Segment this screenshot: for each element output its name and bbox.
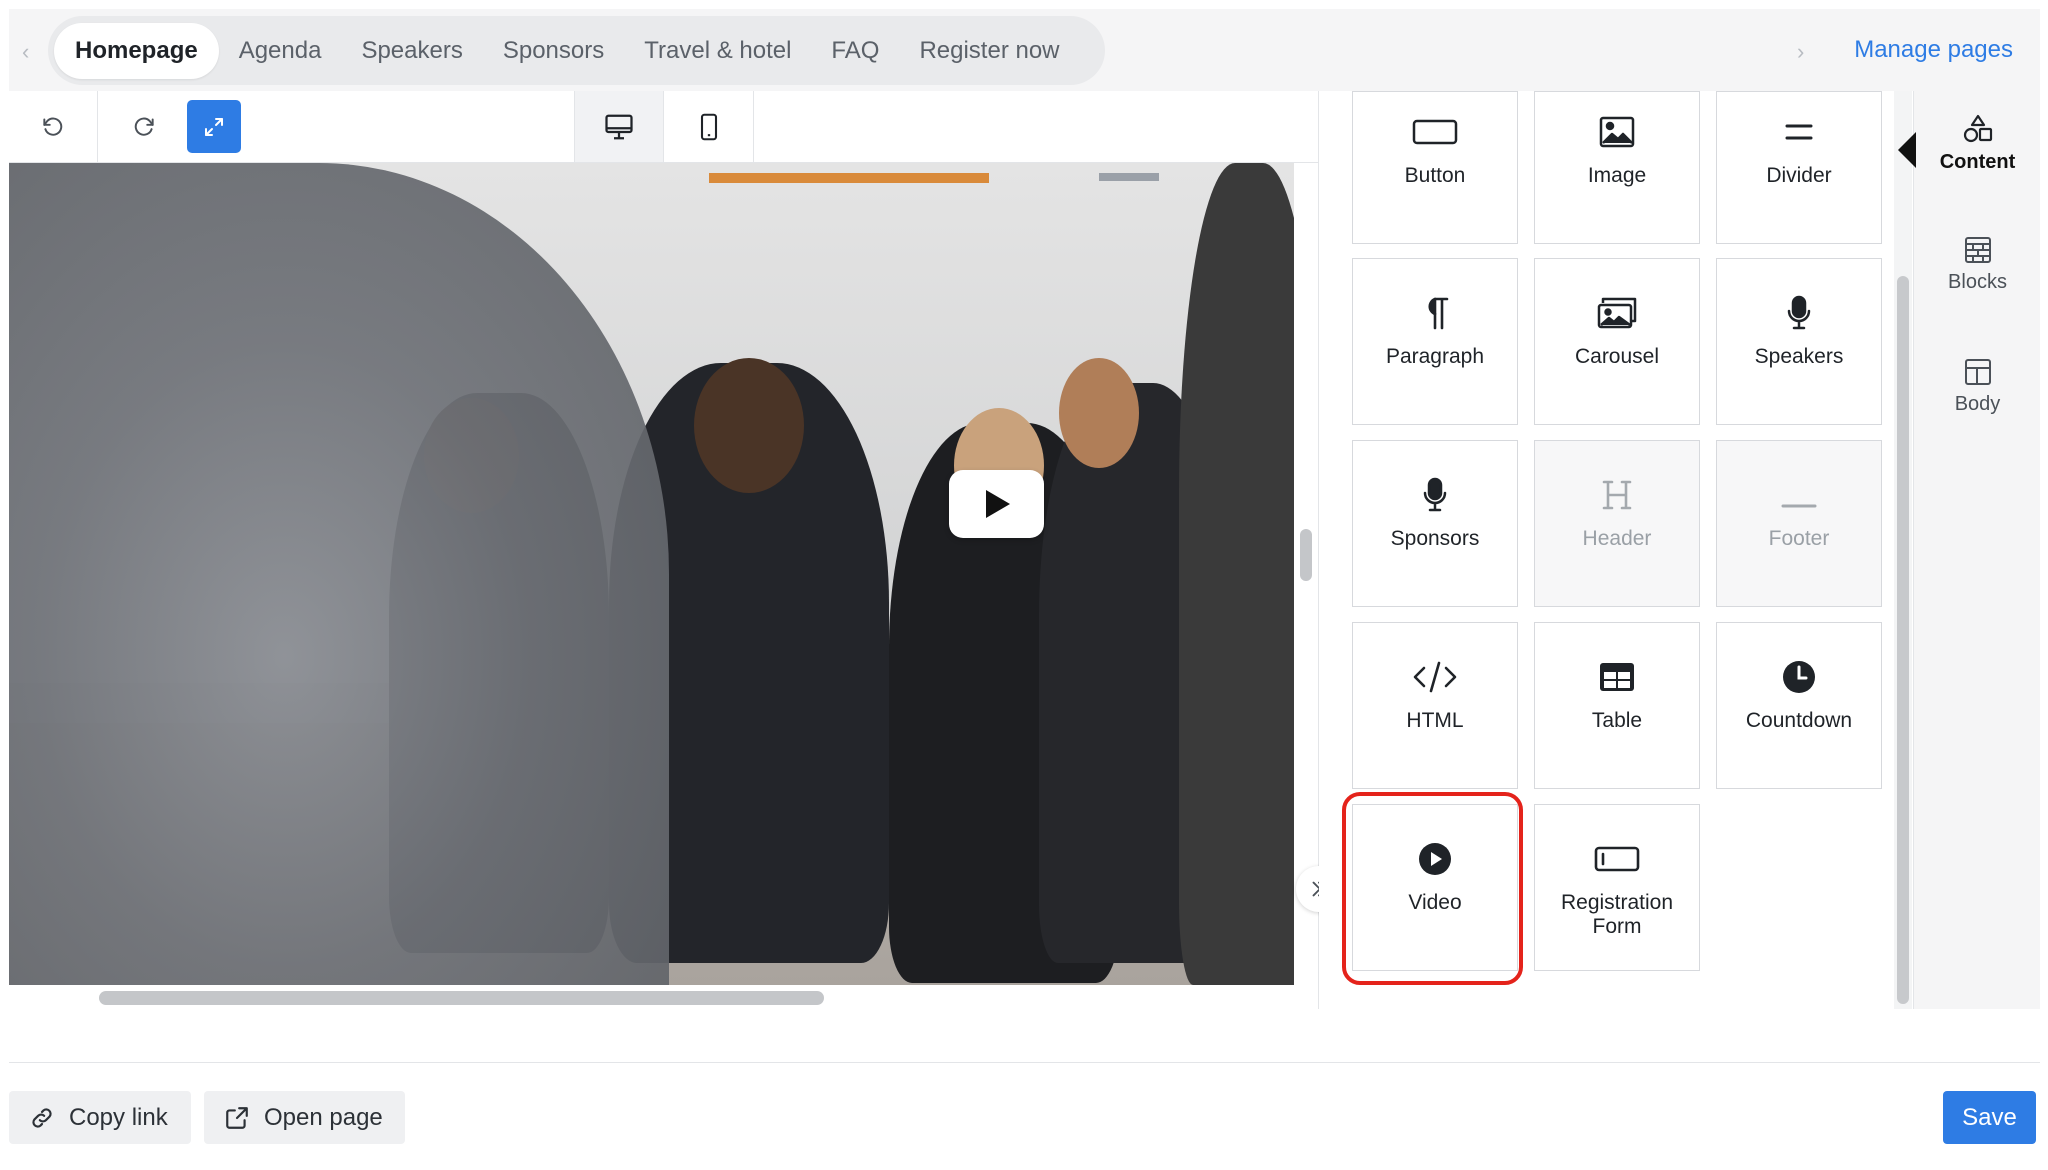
block-speakers[interactable]: Speakers <box>1716 258 1882 425</box>
page-tabs: Homepage Agenda Speakers Sponsors Travel… <box>48 16 1105 85</box>
photo-person <box>694 358 804 493</box>
open-page-label: Open page <box>264 1103 383 1131</box>
block-label: Carousel <box>1574 345 1660 368</box>
block-label: Footer <box>1768 527 1830 550</box>
photo-person <box>1059 358 1139 468</box>
redo-icon <box>134 117 154 136</box>
block-table[interactable]: Table <box>1534 622 1700 789</box>
shapes-icon <box>1963 114 1992 143</box>
block-label: Divider <box>1766 164 1832 187</box>
expand-icon <box>205 117 223 136</box>
body-layout-icon <box>1964 359 1991 385</box>
tab-agenda[interactable]: Agenda <box>219 23 342 79</box>
form-icon <box>1594 846 1640 872</box>
block-footer: Footer <box>1716 440 1882 607</box>
desktop-view-button[interactable] <box>574 91 664 162</box>
page-tabs-bar: ‹ Homepage Agenda Speakers Sponsors Trav… <box>9 9 2040 91</box>
code-icon <box>1413 661 1457 693</box>
vertical-scroll-thumb[interactable] <box>1300 529 1312 581</box>
block-label: Table <box>1591 709 1643 732</box>
scroll-right-icon[interactable]: › <box>1797 41 1804 63</box>
block-registration-form[interactable]: Registration Form <box>1534 804 1700 971</box>
block-carousel[interactable]: Carousel <box>1534 258 1700 425</box>
play-button[interactable] <box>949 470 1044 538</box>
tab-faq[interactable]: FAQ <box>811 23 899 79</box>
table-icon <box>1600 663 1634 691</box>
editor-toolbar <box>9 91 1319 163</box>
block-header: Header <box>1534 440 1700 607</box>
rail-label: Body <box>1954 393 2001 415</box>
horizontal-scrollbar[interactable] <box>9 985 1294 1011</box>
clock-icon <box>1783 661 1815 693</box>
block-label: Button <box>1404 164 1466 187</box>
undo-button[interactable] <box>9 91 98 162</box>
manage-pages-link[interactable]: Manage pages <box>1854 36 2013 64</box>
panel-scroll-thumb[interactable] <box>1897 276 1909 1004</box>
photo-banner <box>709 173 989 183</box>
video-preview[interactable] <box>9 163 1294 985</box>
carousel-icon <box>1597 297 1637 329</box>
editor-side-rail: Content Blocks Body <box>1913 91 2040 1009</box>
play-icon <box>985 490 1010 518</box>
photo-banner <box>1099 173 1159 181</box>
block-label: Countdown <box>1745 709 1853 732</box>
photo-person <box>1179 163 1294 985</box>
undo-icon <box>43 117 63 136</box>
block-paragraph[interactable]: Paragraph <box>1352 258 1518 425</box>
microphone-icon <box>1423 477 1447 512</box>
block-html[interactable]: HTML <box>1352 622 1518 789</box>
mobile-icon <box>700 113 717 140</box>
tab-homepage[interactable]: Homepage <box>54 22 219 79</box>
block-label: Paragraph <box>1385 345 1485 368</box>
tab-speakers[interactable]: Speakers <box>341 23 482 79</box>
active-rail-pointer <box>1898 132 1916 168</box>
footer-divider <box>9 1062 2040 1063</box>
rail-item-body[interactable]: Body <box>1914 357 2041 416</box>
block-sponsors[interactable]: Sponsors <box>1352 440 1518 607</box>
block-label: HTML <box>1406 709 1464 732</box>
block-button[interactable]: Button <box>1352 91 1518 244</box>
image-icon <box>1599 116 1635 148</box>
paragraph-icon <box>1428 297 1449 330</box>
tab-sponsors[interactable]: Sponsors <box>483 23 624 79</box>
rail-label: Content <box>1939 151 2016 173</box>
button-icon <box>1412 119 1458 145</box>
tab-register-now[interactable]: Register now <box>899 23 1079 79</box>
save-button[interactable]: Save <box>1943 1091 2036 1144</box>
block-label: Header <box>1582 527 1652 550</box>
divider-icon <box>1785 124 1813 140</box>
video-block-highlight <box>1342 792 1523 985</box>
header-icon <box>1602 480 1632 510</box>
redo-button[interactable] <box>99 91 189 162</box>
block-countdown[interactable]: Countdown <box>1716 622 1882 789</box>
copy-link-button[interactable]: Copy link <box>9 1091 191 1144</box>
rail-item-content[interactable]: Content <box>1914 113 2041 174</box>
block-divider[interactable]: Divider <box>1716 91 1882 244</box>
rail-item-blocks[interactable]: Blocks <box>1914 235 2041 294</box>
open-page-button[interactable]: Open page <box>204 1091 405 1144</box>
footer-icon <box>1781 504 1817 508</box>
fullscreen-button[interactable] <box>187 100 241 153</box>
tab-travel-hotel[interactable]: Travel & hotel <box>624 23 811 79</box>
microphone-icon <box>1787 295 1811 330</box>
rail-label: Blocks <box>1948 271 2007 293</box>
blocks-icon <box>1964 237 1991 263</box>
mobile-view-button[interactable] <box>664 91 754 162</box>
page-canvas <box>9 163 1319 1011</box>
copy-link-label: Copy link <box>69 1103 168 1131</box>
block-image[interactable]: Image <box>1534 91 1700 244</box>
link-icon <box>32 1107 52 1128</box>
scroll-left-icon[interactable]: ‹ <box>22 41 29 63</box>
desktop-icon <box>605 114 633 139</box>
horizontal-scroll-thumb[interactable] <box>99 991 824 1005</box>
block-label: Registration Form <box>1560 891 1674 938</box>
block-label: Sponsors <box>1390 527 1480 550</box>
block-label: Speakers <box>1754 345 1844 368</box>
block-label: Image <box>1587 164 1647 187</box>
external-link-icon <box>226 1106 248 1129</box>
